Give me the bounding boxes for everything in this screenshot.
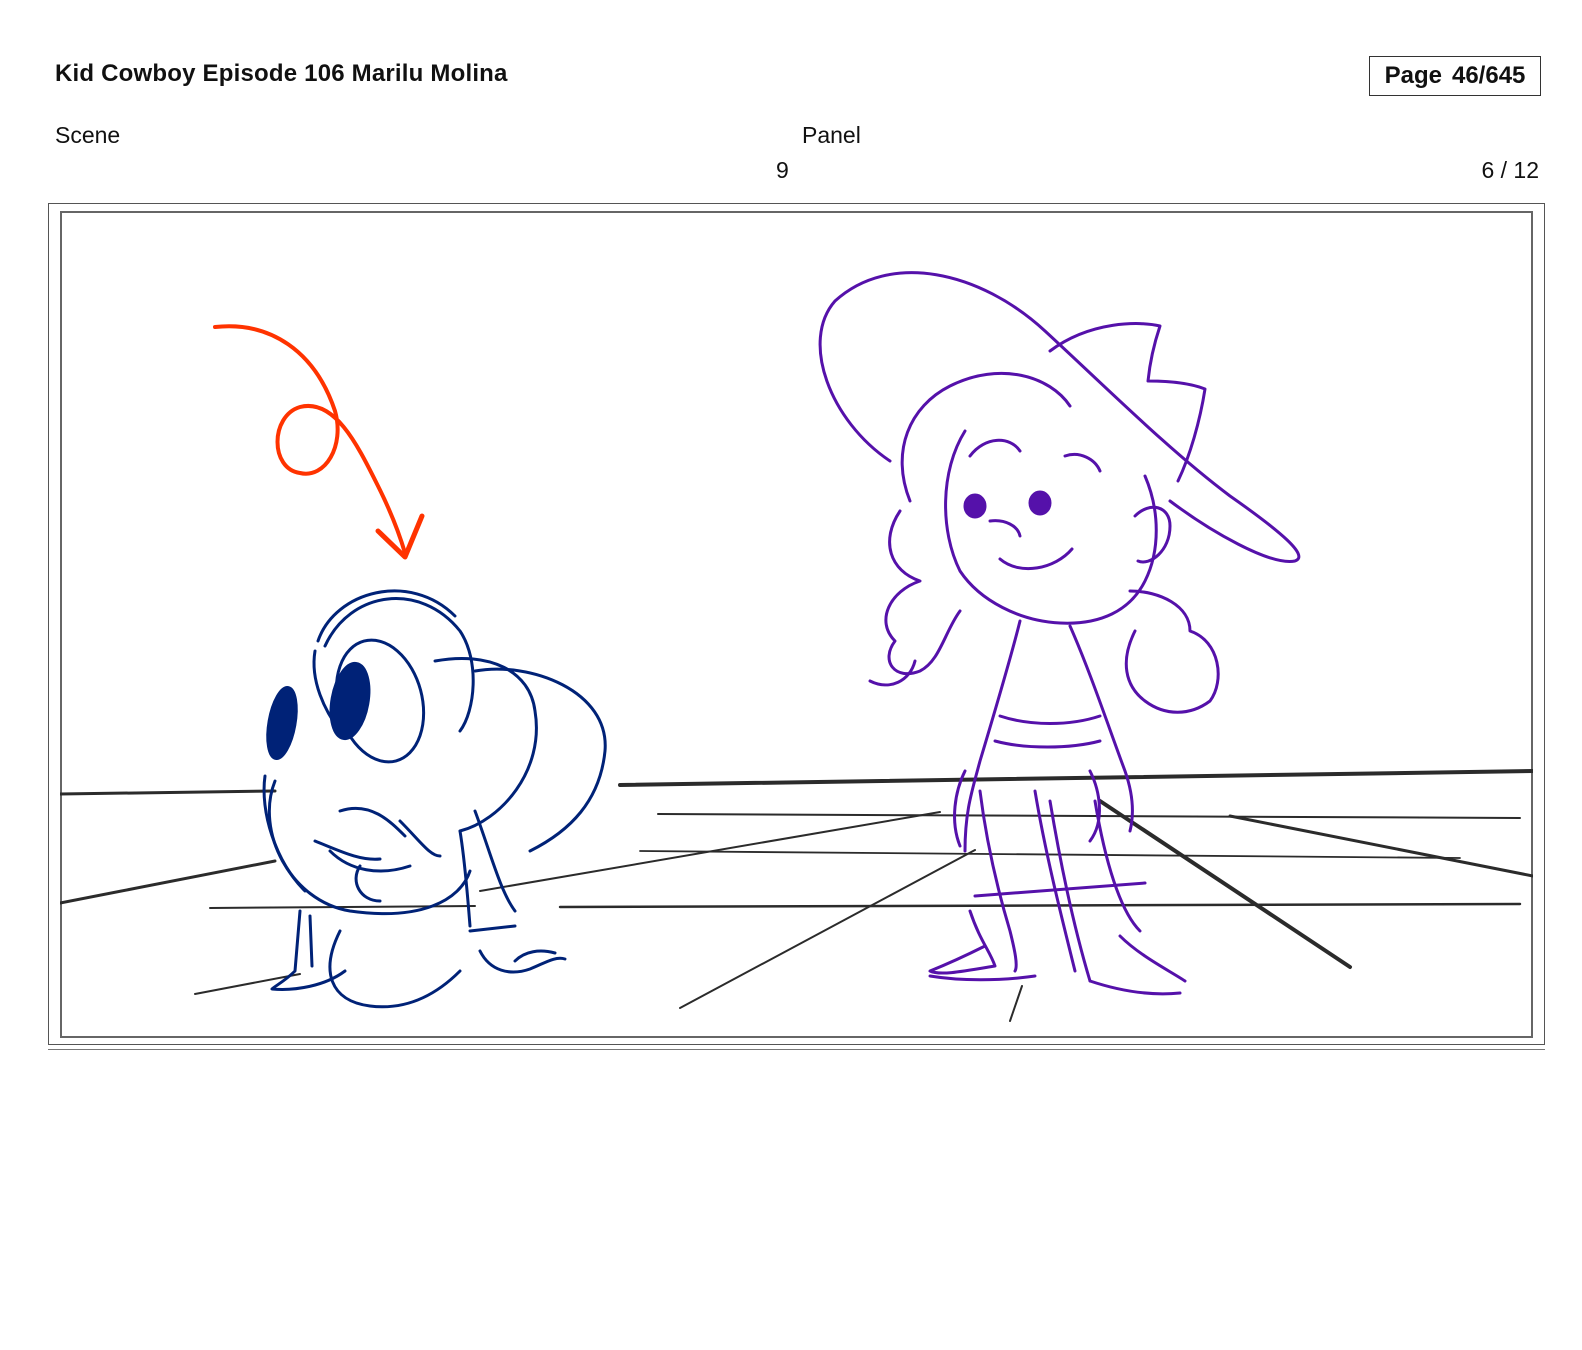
scene-label: Scene — [55, 122, 121, 148]
page-word: Page — [1384, 62, 1442, 89]
page-number: 46/645 — [1451, 62, 1526, 89]
frame-base-line — [48, 1049, 1545, 1050]
panel-label: Panel — [802, 122, 861, 148]
mouse-character — [262, 589, 607, 1009]
page-indicator: Page 46/645 — [1369, 56, 1541, 96]
document-title: Kid Cowboy Episode 106 Marilu Molina — [55, 60, 508, 87]
motion-arrow — [213, 324, 425, 560]
storyboard-drawing — [60, 271, 1533, 1022]
scene-number: 9 — [776, 157, 789, 183]
panel-number: 6 / 12 — [1481, 157, 1539, 183]
